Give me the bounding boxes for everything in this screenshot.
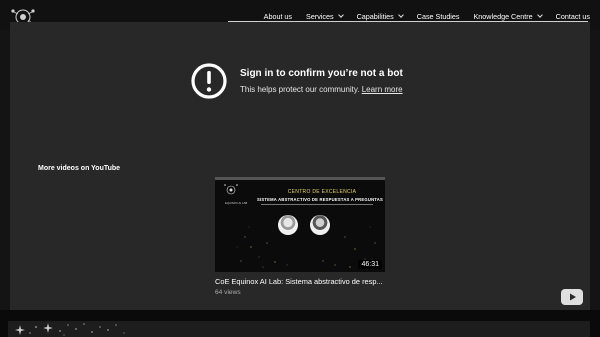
learn-more-link[interactable]: Learn more [362,85,403,94]
nav-item-label: Contact us [555,12,590,21]
thumbnail-heading: CENTRO DE EXCELENCIA [287,189,357,195]
sparkle-decoration [15,323,125,336]
nav-underline [228,21,588,22]
nav-item-label: Case Studies [416,12,460,21]
warning-icon [191,63,227,99]
thumbnail-divider [261,204,373,205]
nav-item-knowledge-centre[interactable]: Knowledge Centre [473,12,543,21]
warning-description: This helps protect our community. [240,85,360,94]
video-duration-badge: 46:31 [358,260,382,269]
bot-check-message: Sign in to confirm you’re not a bot This… [190,62,450,122]
nav-item-label: Services [306,12,334,21]
nav-item-label: Knowledge Centre [473,12,533,21]
youtube-logo-icon[interactable] [561,289,583,305]
video-thumbnail[interactable]: EQUINOX AI LAB CENTRO DE EXCELENCIA SIST… [215,177,385,272]
thumbnail-subheading: SISTEMA ABSTRACTIVO DE RESPUESTAS A PREG… [257,197,383,202]
main-nav: About us Services Capabilities Case Stud… [250,12,590,21]
chevron-down-icon [337,12,344,18]
chevron-down-icon [536,12,543,18]
video-views: 64 views [215,289,241,296]
nav-item-case-studies[interactable]: Case Studies [417,12,460,21]
sparkle-banner [8,321,590,337]
speaker-avatar [310,215,330,235]
warning-title: Sign in to confirm you’re not a bot [240,68,403,79]
speaker-avatar [278,215,298,235]
nav-item-capabilities[interactable]: Capabilities [356,12,404,21]
nav-item-about-us[interactable]: About us [264,12,292,21]
warning-text: This helps protect our community. Learn … [240,85,403,94]
video-title[interactable]: CoE Equinox AI Lab: Sistema abstractivo … [215,277,387,286]
nav-item-label: Capabilities [356,12,394,21]
video-card[interactable]: EQUINOX AI LAB CENTRO DE EXCELENCIA SIST… [215,177,387,296]
nav-item-contact-us[interactable]: Contact us [556,12,590,21]
nav-item-label: About us [263,12,293,21]
youtube-embed[interactable]: Sign in to confirm you’re not a bot This… [10,22,590,310]
nav-item-services[interactable]: Services [306,12,344,21]
thumbnail-logo-text: EQUINOX AI LAB [225,201,248,205]
chevron-down-icon [397,12,404,18]
page: About us Services Capabilities Case Stud… [0,0,600,337]
more-videos-label: More videos on YouTube [38,165,121,172]
